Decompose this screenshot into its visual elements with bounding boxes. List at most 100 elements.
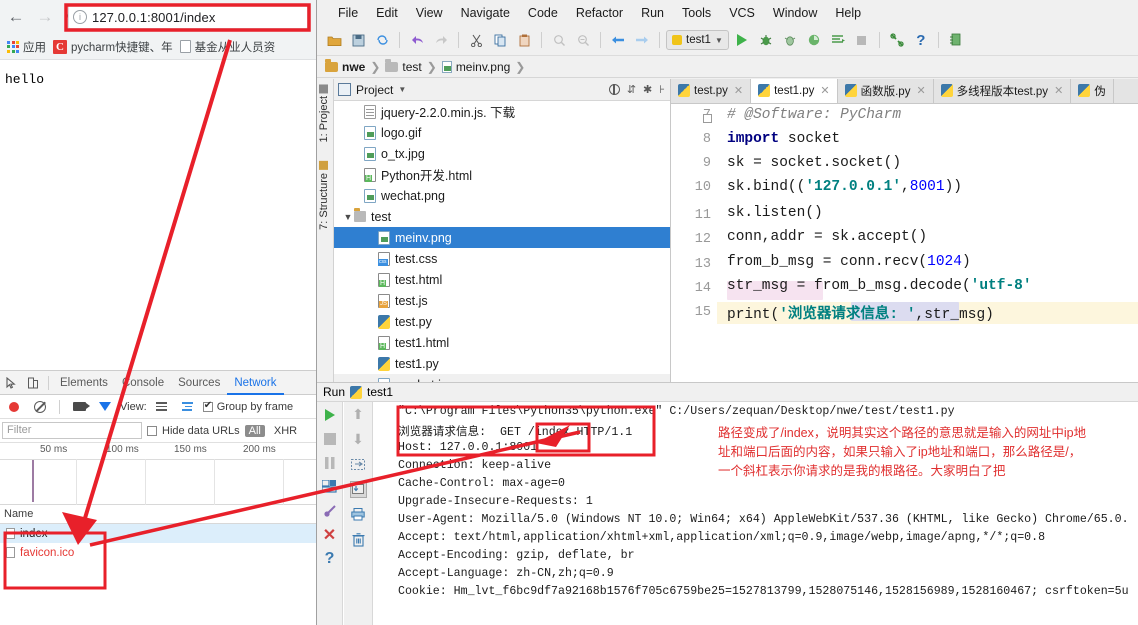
debug-bug-icon[interactable]: [755, 29, 777, 51]
back-icon[interactable]: ←: [3, 4, 29, 30]
inspect-element-icon[interactable]: [0, 372, 22, 394]
navigate-back-icon[interactable]: [607, 29, 629, 51]
tab-network[interactable]: Network: [227, 371, 283, 395]
find-icon[interactable]: [548, 29, 570, 51]
collapse-icon[interactable]: ⇵: [627, 83, 636, 96]
waterfall-icon[interactable]: [177, 396, 199, 418]
list-view-icon[interactable]: [151, 396, 173, 418]
sidebar-item-project[interactable]: 1: Project: [318, 84, 330, 142]
tree-item-test-css[interactable]: test.css: [334, 248, 670, 269]
tree-item-test-js[interactable]: test.js: [334, 290, 670, 311]
camera-icon[interactable]: [68, 396, 90, 418]
sync-icon[interactable]: [371, 29, 393, 51]
stop-icon[interactable]: [321, 430, 338, 447]
menu-edit[interactable]: Edit: [367, 6, 407, 20]
close-icon[interactable]: ✕: [916, 84, 925, 97]
table-row[interactable]: index: [0, 524, 316, 543]
filter-input[interactable]: Filter: [2, 422, 142, 439]
menu-run[interactable]: Run: [632, 6, 673, 20]
copy-icon[interactable]: [489, 29, 511, 51]
profile-icon[interactable]: [803, 29, 825, 51]
redo-icon[interactable]: [430, 29, 452, 51]
breadcrumb-item-nwe[interactable]: nwe: [325, 60, 365, 74]
help-icon[interactable]: ?: [321, 550, 338, 567]
tab-console[interactable]: Console: [115, 371, 171, 395]
sidebar-item-structure[interactable]: 7: Structure: [318, 161, 330, 230]
menu-view[interactable]: View: [407, 6, 452, 20]
cut-icon[interactable]: [465, 29, 487, 51]
chevron-down-icon[interactable]: ▼: [398, 85, 406, 94]
open-folder-icon[interactable]: [323, 29, 345, 51]
stop-icon[interactable]: [851, 29, 873, 51]
requests-table-header[interactable]: Name: [0, 505, 316, 524]
navigate-forward-icon[interactable]: [631, 29, 653, 51]
menu-vcs[interactable]: VCS: [720, 6, 764, 20]
group-by-frame-checkbox[interactable]: [203, 402, 213, 412]
paste-icon[interactable]: [513, 29, 535, 51]
filter-all[interactable]: All: [245, 425, 265, 437]
undo-icon[interactable]: [406, 29, 428, 51]
wrench-icon[interactable]: [886, 29, 908, 51]
device-toolbar-icon[interactable]: [22, 372, 44, 394]
close-icon[interactable]: ✕: [820, 84, 829, 97]
attach-icon[interactable]: [321, 502, 338, 519]
vcs-update-icon[interactable]: [945, 29, 967, 51]
soft-wrap-icon[interactable]: [350, 456, 367, 473]
pause-icon[interactable]: [321, 454, 338, 471]
chevron-down-icon[interactable]: ▼: [342, 212, 354, 222]
tab-test1-py[interactable]: test1.py ✕: [751, 79, 838, 103]
breadcrumb-item-meinv-png[interactable]: meinv.png: [442, 60, 510, 74]
run-configuration-selector[interactable]: test1 ▼: [666, 30, 729, 50]
console-output[interactable]: "C:\Program Files\Python35\python.exe" C…: [374, 402, 1138, 625]
tree-item-test-py[interactable]: test.py: [334, 311, 670, 332]
tree-item-test-html[interactable]: test.html: [334, 269, 670, 290]
filter-xhr[interactable]: XHR: [270, 425, 301, 437]
record-dot-icon[interactable]: [3, 396, 25, 418]
close-icon[interactable]: ✕: [734, 84, 743, 97]
question-icon[interactable]: ?: [910, 29, 932, 51]
network-overview-timeline[interactable]: 50 ms 100 ms 150 ms 200 ms: [0, 443, 316, 505]
menu-window[interactable]: Window: [764, 6, 826, 20]
bookmark-pycharm-shortcuts[interactable]: C pycharm快捷键、年: [53, 39, 173, 55]
settings-gear-icon[interactable]: ✱: [643, 83, 652, 96]
tree-item-jquery[interactable]: jquery-2.2.0.min.js. 下载: [334, 101, 670, 122]
scroll-to-end-icon[interactable]: [350, 481, 367, 498]
close-icon[interactable]: ✕: [1054, 84, 1063, 97]
menu-tools[interactable]: Tools: [673, 6, 720, 20]
tab-elements[interactable]: Elements: [53, 371, 115, 395]
rerun-icon[interactable]: [827, 29, 849, 51]
fold-marker-icon[interactable]: [703, 114, 712, 123]
address-bar[interactable]: i 127.0.0.1:8001/index: [68, 5, 308, 29]
hide-data-urls-checkbox[interactable]: [147, 426, 157, 436]
tree-item-python-kaifa-html[interactable]: Python开发.html: [334, 164, 670, 185]
bookmark-fund-staff[interactable]: 基金从业人员资: [180, 39, 276, 55]
tree-item-o-tx-jpg[interactable]: o_tx.jpg: [334, 143, 670, 164]
menu-code[interactable]: Code: [519, 6, 567, 20]
code-area[interactable]: 7 8 9 10 11 12 13 14 15 # @Software: PyC…: [671, 104, 1138, 382]
tree-item-logo-gif[interactable]: logo.gif: [334, 122, 670, 143]
scroll-up-icon[interactable]: ⬆: [350, 406, 367, 423]
scroll-down-icon[interactable]: ⬇: [350, 431, 367, 448]
rerun-icon[interactable]: [321, 406, 338, 423]
tab-sources[interactable]: Sources: [171, 371, 227, 395]
replace-icon[interactable]: [572, 29, 594, 51]
menu-file[interactable]: File: [329, 6, 367, 20]
coverage-icon[interactable]: [779, 29, 801, 51]
tree-item-test1-py[interactable]: test1.py: [334, 353, 670, 374]
menu-navigate[interactable]: Navigate: [452, 6, 519, 20]
tree-item-meinv-png[interactable]: meinv.png: [334, 227, 670, 248]
tree-item-wechat-ico[interactable]: wechat.ico: [334, 374, 670, 382]
target-icon[interactable]: [609, 84, 620, 95]
menu-help[interactable]: Help: [826, 6, 870, 20]
breadcrumb-item-test[interactable]: test: [385, 60, 421, 74]
funnel-icon[interactable]: [94, 396, 116, 418]
tree-item-test1-html[interactable]: test1.html: [334, 332, 670, 353]
trash-icon[interactable]: [350, 531, 367, 548]
table-row[interactable]: favicon.ico: [0, 543, 316, 562]
bookmark-apps[interactable]: 应用: [7, 39, 46, 55]
close-icon[interactable]: ✕: [321, 526, 338, 543]
hide-icon[interactable]: ⊦: [659, 83, 665, 96]
tree-item-wechat-png[interactable]: wechat.png: [334, 185, 670, 206]
tab-test-py[interactable]: test.py ✕: [671, 79, 751, 103]
menu-refactor[interactable]: Refactor: [567, 6, 632, 20]
